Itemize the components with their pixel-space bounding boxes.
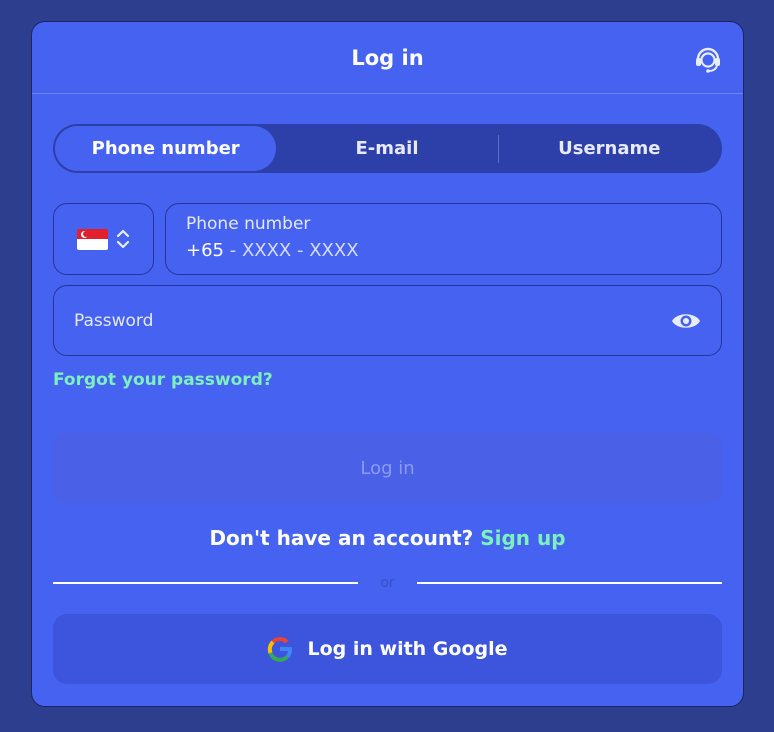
tab-username[interactable]: Username (499, 126, 720, 171)
phone-number-value: +65 - XXXX - XXXX (186, 240, 701, 261)
login-method-tabs: Phone number E-mail Username (53, 124, 722, 173)
password-placeholder: Password (74, 310, 154, 331)
tab-phone-number[interactable]: Phone number (55, 126, 277, 171)
signup-prompt: Don't have an account? Sign up (32, 526, 743, 550)
google-login-button[interactable]: Log in with Google (53, 614, 722, 684)
signup-prompt-text: Don't have an account? (209, 526, 474, 550)
modal-header: Log in (32, 22, 743, 94)
modal-title: Log in (351, 45, 424, 70)
phone-number-input[interactable]: Phone number +65 - XXXX - XXXX (165, 203, 722, 275)
google-icon (268, 637, 293, 662)
password-input[interactable]: Password (53, 285, 722, 356)
country-code-prefix: +65 (186, 240, 224, 261)
tab-email[interactable]: E-mail (276, 126, 497, 171)
chevron-up-down-icon (116, 229, 130, 249)
login-button[interactable]: Log in (53, 433, 722, 503)
divider-line-left (53, 582, 358, 584)
login-modal: Log in Phone number E-mail Username Phon… (31, 21, 744, 707)
eye-icon[interactable] (671, 310, 701, 332)
google-login-label: Log in with Google (307, 638, 508, 660)
forgot-password-link[interactable]: Forgot your password? (53, 370, 273, 390)
divider-line-right (417, 582, 722, 584)
divider-or: or (380, 575, 395, 591)
headset-support-icon[interactable] (693, 43, 723, 73)
singapore-flag-icon (77, 228, 108, 250)
country-code-selector[interactable] (53, 203, 154, 275)
phone-number-label: Phone number (186, 214, 311, 234)
phone-mask: - XXXX - XXXX (224, 240, 359, 261)
signup-link[interactable]: Sign up (480, 526, 565, 550)
